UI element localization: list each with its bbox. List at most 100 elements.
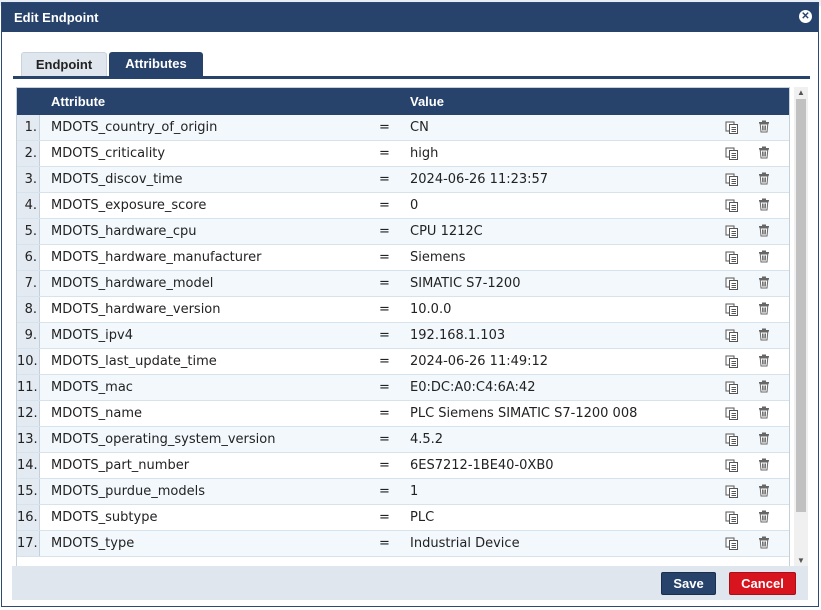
- header-value: Value: [410, 94, 444, 109]
- copy-icon[interactable]: [725, 355, 739, 368]
- copy-icon[interactable]: [725, 277, 739, 290]
- attribute-value: Industrial Device: [410, 536, 520, 551]
- attribute-name: MDOTS_criticality: [51, 146, 166, 161]
- scroll-up-arrow-icon[interactable]: ▲: [794, 87, 808, 99]
- equals-sign: =: [379, 276, 390, 291]
- equals-sign: =: [379, 536, 390, 551]
- row-number: 3.: [17, 167, 40, 192]
- copy-icon[interactable]: [725, 381, 739, 394]
- row-number: 15.: [17, 479, 40, 504]
- copy-icon[interactable]: [725, 329, 739, 342]
- table-row: 15. MDOTS_purdue_models = 1: [17, 479, 789, 505]
- table-row: 8. MDOTS_hardware_version = 10.0.0: [17, 297, 789, 323]
- table-row: 12. MDOTS_name = PLC Siemens SIMATIC S7-120…: [17, 401, 789, 427]
- attribute-name: MDOTS_purdue_models: [51, 484, 206, 499]
- attribute-name: MDOTS_discov_time: [51, 172, 183, 187]
- trash-icon[interactable]: [758, 172, 770, 185]
- trash-icon[interactable]: [758, 120, 770, 133]
- attribute-value: 0: [410, 198, 419, 213]
- row-number: 11.: [17, 375, 40, 400]
- trash-icon[interactable]: [758, 146, 770, 159]
- row-number: 12.: [17, 401, 40, 426]
- attribute-name: MDOTS_mac: [51, 380, 133, 395]
- trash-icon[interactable]: [758, 198, 770, 211]
- attribute-value: 6ES7212-1BE40-0XB0: [410, 458, 554, 473]
- table-row: 13. MDOTS_operating_system_version = 4.5.2: [17, 427, 789, 453]
- table-row: 10. MDOTS_last_update_time = 2024-06-26 11:…: [17, 349, 789, 375]
- equals-sign: =: [379, 250, 390, 265]
- attribute-name: MDOTS_hardware_model: [51, 276, 214, 291]
- trash-icon[interactable]: [758, 302, 770, 315]
- table-row: 1. MDOTS_country_of_origin = CN: [17, 115, 789, 141]
- trash-icon[interactable]: [758, 510, 770, 523]
- copy-icon[interactable]: [725, 121, 739, 134]
- attributes-table: Attribute Value 1. MDOTS_country_of_origi…: [16, 87, 790, 567]
- equals-sign: =: [379, 198, 390, 213]
- attribute-name: MDOTS_hardware_version: [51, 302, 221, 317]
- dialog-footer: Save Cancel: [12, 566, 808, 600]
- cancel-button[interactable]: Cancel: [729, 572, 796, 595]
- copy-icon[interactable]: [725, 199, 739, 212]
- attribute-name: MDOTS_hardware_manufacturer: [51, 250, 262, 265]
- attribute-value: CPU 1212C: [410, 224, 483, 239]
- copy-icon[interactable]: [725, 537, 739, 550]
- copy-icon[interactable]: [725, 173, 739, 186]
- attribute-name: MDOTS_operating_system_version: [51, 432, 276, 447]
- row-number: 7.: [17, 271, 40, 296]
- attribute-name: MDOTS_name: [51, 406, 143, 421]
- table-scrollbar[interactable]: ▲ ▼: [794, 87, 808, 567]
- attribute-value: SIMATIC S7-1200: [410, 276, 521, 291]
- attribute-name: MDOTS_subtype: [51, 510, 158, 525]
- trash-icon[interactable]: [758, 458, 770, 471]
- attribute-value: E0:DC:A0:C4:6A:42: [410, 380, 536, 395]
- copy-icon[interactable]: [725, 407, 739, 420]
- attribute-name: MDOTS_exposure_score: [51, 198, 207, 213]
- trash-icon[interactable]: [758, 484, 770, 497]
- trash-icon[interactable]: [758, 276, 770, 289]
- close-icon[interactable]: ✕: [799, 10, 812, 23]
- trash-icon[interactable]: [758, 354, 770, 367]
- row-number: 2.: [17, 141, 40, 166]
- attribute-value: 4.5.2: [410, 432, 444, 447]
- save-button[interactable]: Save: [661, 572, 716, 595]
- tab-endpoint[interactable]: Endpoint: [21, 52, 107, 76]
- equals-sign: =: [379, 302, 390, 317]
- equals-sign: =: [379, 328, 390, 343]
- trash-icon[interactable]: [758, 432, 770, 445]
- trash-icon[interactable]: [758, 536, 770, 549]
- table-row: 9. MDOTS_ipv4 = 192.168.1.103: [17, 323, 789, 349]
- attribute-value: PLC: [410, 510, 435, 525]
- row-number: 13.: [17, 427, 40, 452]
- table-row: 2. MDOTS_criticality = high: [17, 141, 789, 167]
- attribute-value: 192.168.1.103: [410, 328, 506, 343]
- row-number: 8.: [17, 297, 40, 322]
- copy-icon[interactable]: [725, 511, 739, 524]
- table-row: 5. MDOTS_hardware_cpu = CPU 1212C: [17, 219, 789, 245]
- table-header: Attribute Value: [17, 88, 789, 115]
- copy-icon[interactable]: [725, 459, 739, 472]
- attribute-value: 2024-06-26 11:23:57: [410, 172, 549, 187]
- tab-attributes[interactable]: Attributes: [109, 52, 203, 76]
- equals-sign: =: [379, 224, 390, 239]
- attribute-value: 2024-06-26 11:49:12: [410, 354, 549, 369]
- equals-sign: =: [379, 146, 390, 161]
- attribute-value: CN: [410, 120, 429, 135]
- row-number: 17.: [17, 531, 40, 556]
- scroll-thumb[interactable]: [796, 99, 806, 512]
- trash-icon[interactable]: [758, 406, 770, 419]
- copy-icon[interactable]: [725, 225, 739, 238]
- copy-icon[interactable]: [725, 251, 739, 264]
- trash-icon[interactable]: [758, 224, 770, 237]
- trash-icon[interactable]: [758, 380, 770, 393]
- copy-icon[interactable]: [725, 433, 739, 446]
- attribute-value: 10.0.0: [410, 302, 452, 317]
- row-number: 4.: [17, 193, 40, 218]
- copy-icon[interactable]: [725, 303, 739, 316]
- attribute-value: Siemens: [410, 250, 466, 265]
- row-number: 14.: [17, 453, 40, 478]
- trash-icon[interactable]: [758, 328, 770, 341]
- copy-icon[interactable]: [725, 147, 739, 160]
- trash-icon[interactable]: [758, 250, 770, 263]
- copy-icon[interactable]: [725, 485, 739, 498]
- tab-underline: [13, 76, 810, 79]
